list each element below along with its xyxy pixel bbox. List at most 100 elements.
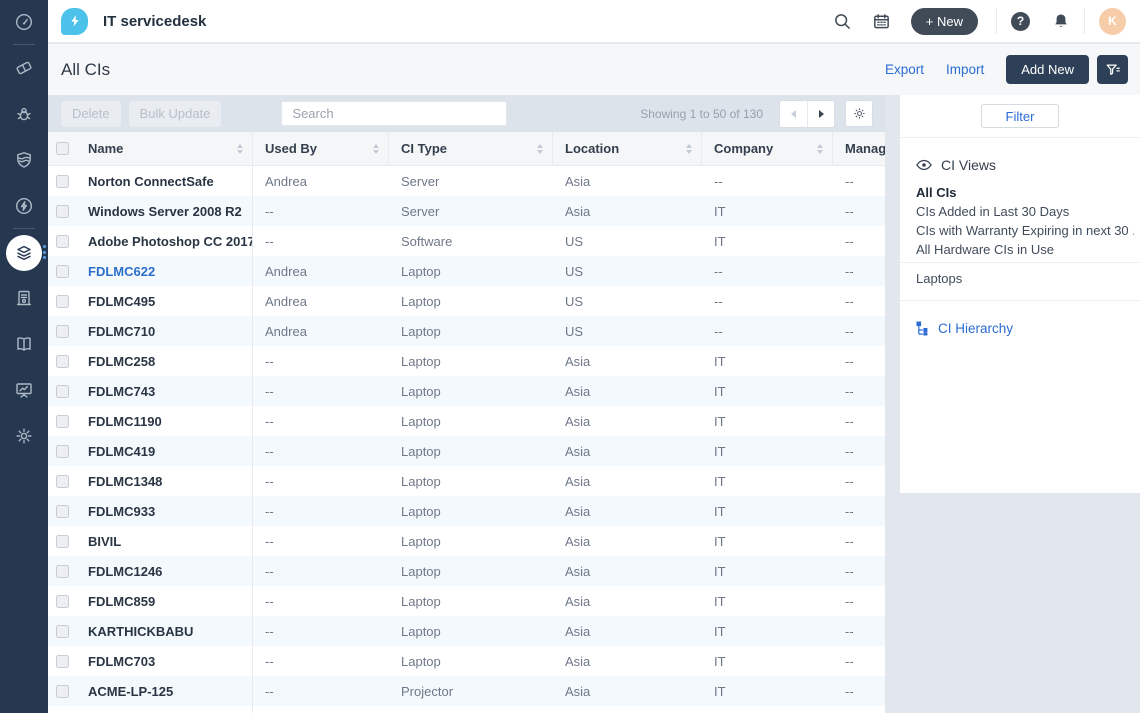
prev-page-button[interactable] xyxy=(780,101,807,127)
row-checkbox[interactable] xyxy=(56,445,69,458)
row-checkbox[interactable] xyxy=(56,265,69,278)
ci-name[interactable]: FDLMC710 xyxy=(76,316,253,346)
table-row[interactable]: FDLMC743--LaptopAsiaIT-- xyxy=(48,376,885,406)
user-avatar[interactable]: K xyxy=(1099,8,1126,35)
sidebar-item-assets-active[interactable] xyxy=(6,235,42,271)
column-header-used-by[interactable]: Used By xyxy=(253,132,389,165)
row-checkbox[interactable] xyxy=(56,625,69,638)
bulk-update-button[interactable]: Bulk Update xyxy=(129,101,222,127)
sort-icon[interactable] xyxy=(237,144,252,154)
table-row[interactable]: FDLMC859--LaptopAsiaIT-- xyxy=(48,586,885,616)
view-item-laptops[interactable]: Laptops xyxy=(916,271,962,286)
ci-name[interactable]: FDLMC743 xyxy=(76,376,253,406)
table-row[interactable]: FDLMC622AndreaLaptopUS---- xyxy=(48,256,885,286)
ci-name[interactable]: FDLMC419 xyxy=(76,436,253,466)
export-link[interactable]: Export xyxy=(885,62,924,77)
row-checkbox[interactable] xyxy=(56,685,69,698)
row-checkbox[interactable] xyxy=(56,415,69,428)
ci-name[interactable]: FDLMC859 xyxy=(76,586,253,616)
sidebar-item-changes[interactable] xyxy=(0,143,48,177)
row-checkbox[interactable] xyxy=(56,655,69,668)
row-checkbox[interactable] xyxy=(56,325,69,338)
view-item-warranty-expiring[interactable]: CIs with Warranty Expiring in next 30 ..… xyxy=(916,221,1134,240)
ci-name[interactable]: BIVIL xyxy=(76,526,253,556)
sidebar-item-solutions[interactable] xyxy=(0,327,48,361)
view-item-hardware-in-use[interactable]: All Hardware CIs in Use xyxy=(916,240,1134,259)
sidebar-item-problems[interactable] xyxy=(0,97,48,131)
sort-icon[interactable] xyxy=(817,144,832,154)
row-checkbox[interactable] xyxy=(56,235,69,248)
column-filter-button[interactable] xyxy=(1097,55,1128,84)
row-checkbox[interactable] xyxy=(56,505,69,518)
ci-name-link[interactable]: FDLMC622 xyxy=(76,256,253,286)
sort-icon[interactable] xyxy=(373,144,388,154)
column-header-location[interactable]: Location xyxy=(553,132,702,165)
ci-name[interactable]: Adobe Photoshop CC 2017 xyxy=(76,226,253,256)
new-button[interactable]: + New xyxy=(911,8,978,35)
column-header-name[interactable]: Name xyxy=(76,132,253,165)
ci-name[interactable]: FDLMC1190 xyxy=(76,406,253,436)
sidebar-item-releases[interactable] xyxy=(0,189,48,223)
table-settings-button[interactable] xyxy=(845,100,873,127)
next-page-button[interactable] xyxy=(807,101,834,127)
ci-name[interactable]: FDLMC258 xyxy=(76,346,253,376)
search-input[interactable] xyxy=(281,101,507,126)
filter-button[interactable]: Filter xyxy=(981,104,1059,128)
column-header-manag[interactable]: Manag xyxy=(833,132,885,165)
table-row[interactable]: BIVIL--LaptopAsiaIT-- xyxy=(48,526,885,556)
calendar-icon[interactable] xyxy=(872,12,891,31)
sort-icon[interactable] xyxy=(537,144,552,154)
row-checkbox[interactable] xyxy=(56,175,69,188)
add-new-button[interactable]: Add New xyxy=(1006,55,1089,84)
row-checkbox[interactable] xyxy=(56,535,69,548)
table-row[interactable]: KARTHICKBABU--LaptopAsiaIT-- xyxy=(48,616,885,646)
table-row[interactable]: FDLMC710AndreaLaptopUS---- xyxy=(48,316,885,346)
table-row[interactable]: FDLMC1246--LaptopAsiaIT-- xyxy=(48,556,885,586)
table-row[interactable]: FDLMC1190--LaptopAsiaIT-- xyxy=(48,406,885,436)
ci-hierarchy-link[interactable]: CI Hierarchy xyxy=(916,321,1013,336)
ci-name[interactable]: FDLMC703 xyxy=(76,646,253,676)
row-checkbox[interactable] xyxy=(56,295,69,308)
ci-name[interactable]: Windows Server 2008 R2 xyxy=(76,196,253,226)
notification-bell-icon[interactable] xyxy=(1052,12,1070,30)
row-checkbox[interactable] xyxy=(56,355,69,368)
column-header-company[interactable]: Company xyxy=(702,132,833,165)
help-icon[interactable]: ? xyxy=(1011,12,1030,31)
sort-icon[interactable] xyxy=(686,144,701,154)
ci-name[interactable]: FDLMC495 xyxy=(76,286,253,316)
sidebar-item-analytics[interactable] xyxy=(0,373,48,407)
row-checkbox[interactable] xyxy=(56,205,69,218)
ci-name[interactable]: Norton ConnectSafe xyxy=(76,166,253,196)
table-row[interactable]: FDLMC703--LaptopAsiaIT-- xyxy=(48,646,885,676)
row-checkbox[interactable] xyxy=(56,595,69,608)
row-checkbox[interactable] xyxy=(56,385,69,398)
select-all-checkbox[interactable] xyxy=(56,142,69,155)
table-row[interactable]: FDLMC419--LaptopAsiaIT-- xyxy=(48,436,885,466)
import-link[interactable]: Import xyxy=(946,62,984,77)
ci-name[interactable]: FDLMC933 xyxy=(76,496,253,526)
table-row[interactable]: FDLMC1348--LaptopAsiaIT-- xyxy=(48,466,885,496)
ci-name[interactable]: ACME-LP-125 xyxy=(76,676,253,706)
sidebar-item-tickets[interactable] xyxy=(0,51,48,85)
ci-name[interactable]: FDLMC1246 xyxy=(76,556,253,586)
view-item-all-cis[interactable]: All CIs xyxy=(916,183,1134,202)
sidebar-item-contracts[interactable] xyxy=(0,281,48,315)
table-row[interactable]: FDLMC712-SRUTHI--LaptopAsiaIT-- xyxy=(48,706,885,713)
search-icon[interactable] xyxy=(833,12,852,31)
table-row[interactable]: FDLMC933--LaptopAsiaIT-- xyxy=(48,496,885,526)
column-header-ci-type[interactable]: CI Type xyxy=(389,132,553,165)
delete-button[interactable]: Delete xyxy=(61,101,121,127)
table-row[interactable]: FDLMC258--LaptopAsiaIT-- xyxy=(48,346,885,376)
ci-name[interactable]: FDLMC712-SRUTHI xyxy=(76,706,253,713)
sidebar-item-settings[interactable] xyxy=(0,419,48,453)
table-row[interactable]: FDLMC495AndreaLaptopUS---- xyxy=(48,286,885,316)
table-row[interactable]: Windows Server 2008 R2--ServerAsiaIT-- xyxy=(48,196,885,226)
table-row[interactable]: ACME-LP-125--ProjectorAsiaIT-- xyxy=(48,676,885,706)
row-checkbox[interactable] xyxy=(56,475,69,488)
table-row[interactable]: Norton ConnectSafeAndreaServerAsia---- xyxy=(48,166,885,196)
ci-name[interactable]: KARTHICKBABU xyxy=(76,616,253,646)
ci-name[interactable]: FDLMC1348 xyxy=(76,466,253,496)
row-checkbox[interactable] xyxy=(56,565,69,578)
sidebar-item-dashboard[interactable] xyxy=(0,5,48,39)
view-item-added-last-30[interactable]: CIs Added in Last 30 Days xyxy=(916,202,1134,221)
